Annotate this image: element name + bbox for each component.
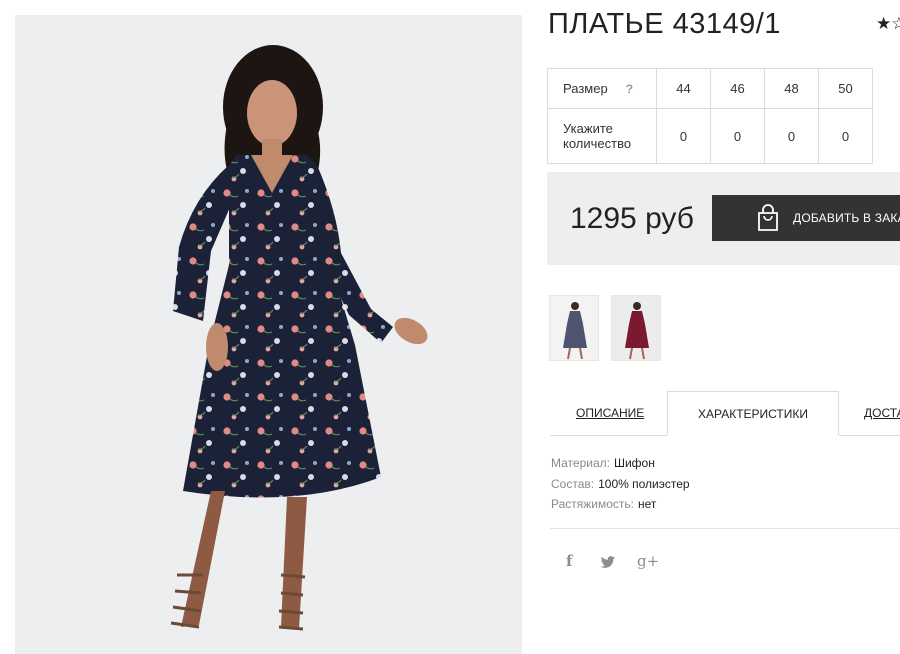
spec-value: нет: [638, 497, 657, 511]
dress-model-illustration: [15, 15, 522, 654]
quantity-row: Укажите количество 0 0 0 0: [547, 108, 873, 164]
size-label: Размер: [563, 81, 608, 96]
spec-value: 100% полиэстер: [598, 476, 690, 491]
tab-delivery[interactable]: ДОСТАВКА: [864, 391, 900, 436]
size-label-cell: Размер?: [547, 68, 657, 109]
spec-key: Состав:: [551, 476, 595, 491]
thumbnail-wine-dress[interactable]: [611, 295, 661, 361]
size-44: 44: [656, 68, 711, 109]
price-panel: 1295 руб ДОБАВИТЬ В ЗАКАЗ: [547, 172, 900, 265]
specs-list: Материал: Шифон Состав: 100% полиэстер Рас…: [551, 453, 690, 515]
thumbnail-navy-image: [563, 302, 587, 360]
add-to-order-button[interactable]: ДОБАВИТЬ В ЗАКАЗ: [712, 195, 900, 241]
thumbnail-navy-dress[interactable]: [549, 295, 599, 361]
spec-value: Шифон: [613, 456, 655, 470]
product-title: ПЛАТЬЕ 43149/1: [548, 8, 781, 40]
size-50: 50: [818, 68, 873, 109]
tab-description[interactable]: ОПИСАНИЕ: [576, 391, 644, 436]
size-46: 46: [710, 68, 765, 109]
spec-composition: Состав: 100% полиэстер: [551, 474, 690, 495]
size-table: Размер? 44 46 48 50 Укажите количество 0…: [547, 68, 873, 164]
size-row: Размер? 44 46 48 50: [547, 68, 873, 109]
spec-stretch: Растяжимость: нет: [551, 494, 690, 515]
facebook-icon[interactable]: f: [566, 552, 572, 570]
twitter-icon[interactable]: [600, 556, 616, 573]
thumbnail-wine-image: [625, 302, 649, 360]
size-48: 48: [764, 68, 819, 109]
size-help-icon[interactable]: ?: [626, 82, 633, 96]
twitter-bird-glyph: [600, 556, 616, 568]
googleplus-icon[interactable]: g+: [637, 552, 659, 570]
quantity-input-46[interactable]: 0: [710, 108, 765, 164]
add-to-order-label: ДОБАВИТЬ В ЗАКАЗ: [793, 211, 900, 225]
quantity-input-44[interactable]: 0: [656, 108, 711, 164]
price: 1295 руб: [570, 202, 694, 235]
tab-characteristics[interactable]: ХАРАКТЕРИСТИКИ: [667, 391, 839, 436]
spec-material: Материал: Шифон: [551, 453, 690, 474]
product-tabs: ОПИСАНИЕ ХАРАКТЕРИСТИКИ ДОСТАВКА: [550, 391, 900, 436]
spec-key: Растяжимость:: [551, 497, 635, 511]
rating-stars-icon[interactable]: ★☆: [876, 14, 900, 34]
quantity-input-48[interactable]: 0: [764, 108, 819, 164]
shopping-bag-icon: [758, 204, 778, 231]
quantity-input-50[interactable]: 0: [818, 108, 873, 164]
divider: [550, 528, 900, 529]
spec-key: Материал:: [551, 456, 610, 470]
quantity-label: Укажите количество: [547, 108, 657, 164]
product-main-image[interactable]: [15, 15, 522, 654]
